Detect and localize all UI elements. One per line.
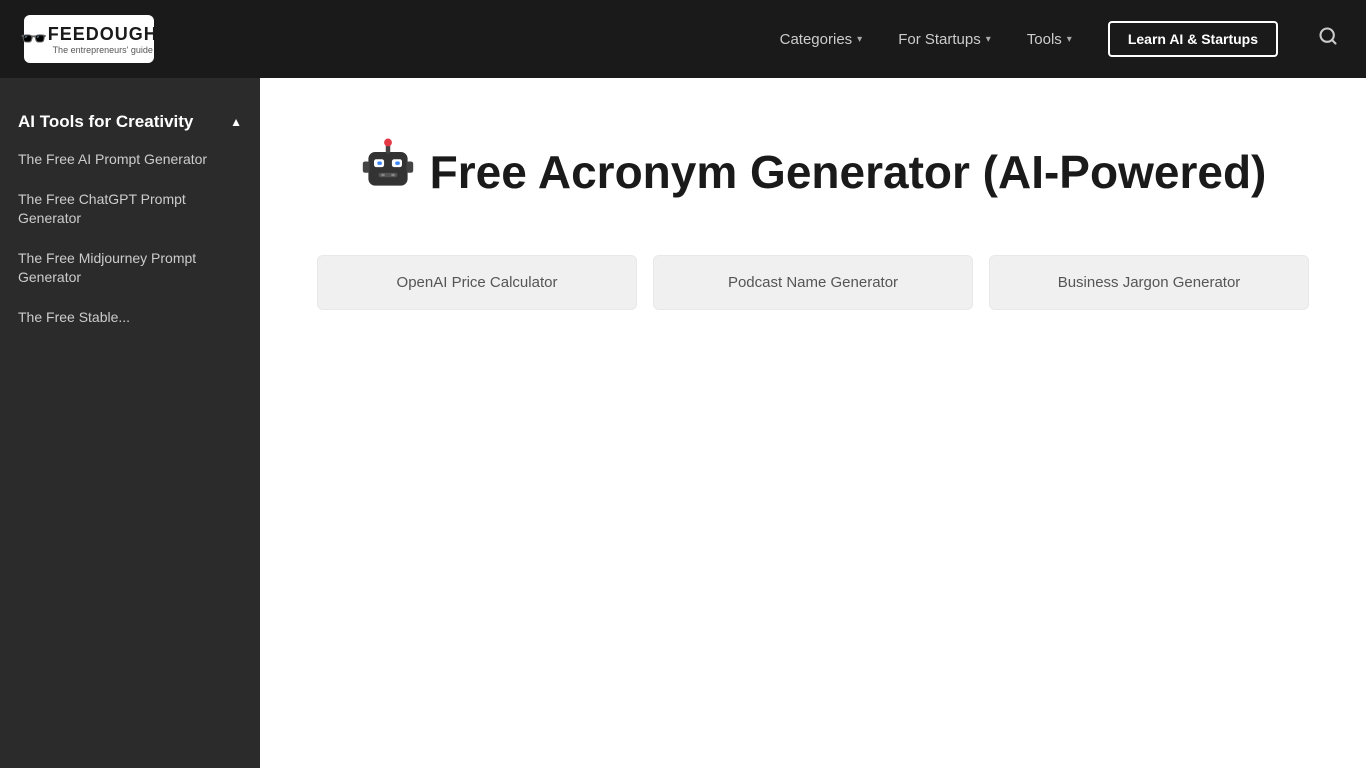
- logo-box: 🕶️ FEEDOUGH The entrepreneurs' guide: [24, 15, 154, 63]
- sidebar-link-midjourney-prompt[interactable]: The Free Midjourney Prompt Generator: [18, 249, 242, 288]
- search-button[interactable]: [1314, 22, 1342, 56]
- page-title-area: Free Acronym Generator (AI-Powered): [300, 138, 1326, 205]
- sidebar-link-stable-diffusion[interactable]: The Free Stable...: [18, 308, 242, 328]
- nav-items: Categories ▾ For Startups ▾ Tools ▾ Lear…: [780, 21, 1342, 57]
- nav-categories-label: Categories: [780, 31, 853, 48]
- list-item: The Free AI Prompt Generator: [18, 150, 242, 170]
- sidebar-links: The Free AI Prompt Generator The Free Ch…: [0, 150, 260, 328]
- navbar: 🕶️ FEEDOUGH The entrepreneurs' guide Cat…: [0, 0, 1366, 78]
- main-content: Free Acronym Generator (AI-Powered) Open…: [260, 78, 1366, 700]
- page-title: Free Acronym Generator (AI-Powered): [360, 138, 1267, 205]
- list-item: The Free Midjourney Prompt Generator: [18, 249, 242, 288]
- nav-tools[interactable]: Tools ▾: [1027, 31, 1072, 48]
- sidebar-section-header: AI Tools for Creativity ▲: [0, 102, 260, 142]
- page-title-text: Free Acronym Generator (AI-Powered): [430, 145, 1267, 199]
- sidebar-toggle-icon[interactable]: ▲: [230, 115, 242, 129]
- logo-glasses-icon: 🕶️: [20, 26, 47, 52]
- related-tool-business-jargon[interactable]: Business Jargon Generator: [989, 255, 1309, 310]
- related-tool-podcast-name[interactable]: Podcast Name Generator: [653, 255, 973, 310]
- list-item: The Free ChatGPT Prompt Generator: [18, 190, 242, 229]
- robot-face-icon: [360, 138, 416, 194]
- list-item: The Free Stable...: [18, 308, 242, 328]
- nav-tools-label: Tools: [1027, 31, 1062, 48]
- sidebar-section-title: AI Tools for Creativity: [18, 112, 193, 132]
- nav-for-startups-label: For Startups: [898, 31, 981, 48]
- page-layout: AI Tools for Creativity ▲ The Free AI Pr…: [0, 78, 1366, 700]
- sidebar-link-prompt-generator[interactable]: The Free AI Prompt Generator: [18, 150, 242, 170]
- robot-emoji-icon: [360, 138, 416, 205]
- nav-for-startups[interactable]: For Startups ▾: [898, 31, 991, 48]
- related-tools: OpenAI Price Calculator Podcast Name Gen…: [300, 255, 1326, 310]
- tools-chevron-icon: ▾: [1067, 34, 1072, 45]
- categories-chevron-icon: ▾: [857, 34, 862, 45]
- logo-tagline: The entrepreneurs' guide: [48, 45, 158, 55]
- nav-categories[interactable]: Categories ▾: [780, 31, 863, 48]
- for-startups-chevron-icon: ▾: [986, 34, 991, 45]
- logo-text: FEEDOUGH: [48, 24, 158, 44]
- learn-ai-startups-button[interactable]: Learn AI & Startups: [1108, 21, 1278, 57]
- related-tool-openai-price[interactable]: OpenAI Price Calculator: [317, 255, 637, 310]
- sidebar-link-chatgpt-prompt[interactable]: The Free ChatGPT Prompt Generator: [18, 190, 242, 229]
- logo-link[interactable]: 🕶️ FEEDOUGH The entrepreneurs' guide: [24, 15, 154, 63]
- content-area: [300, 360, 1326, 660]
- sidebar: AI Tools for Creativity ▲ The Free AI Pr…: [0, 78, 260, 768]
